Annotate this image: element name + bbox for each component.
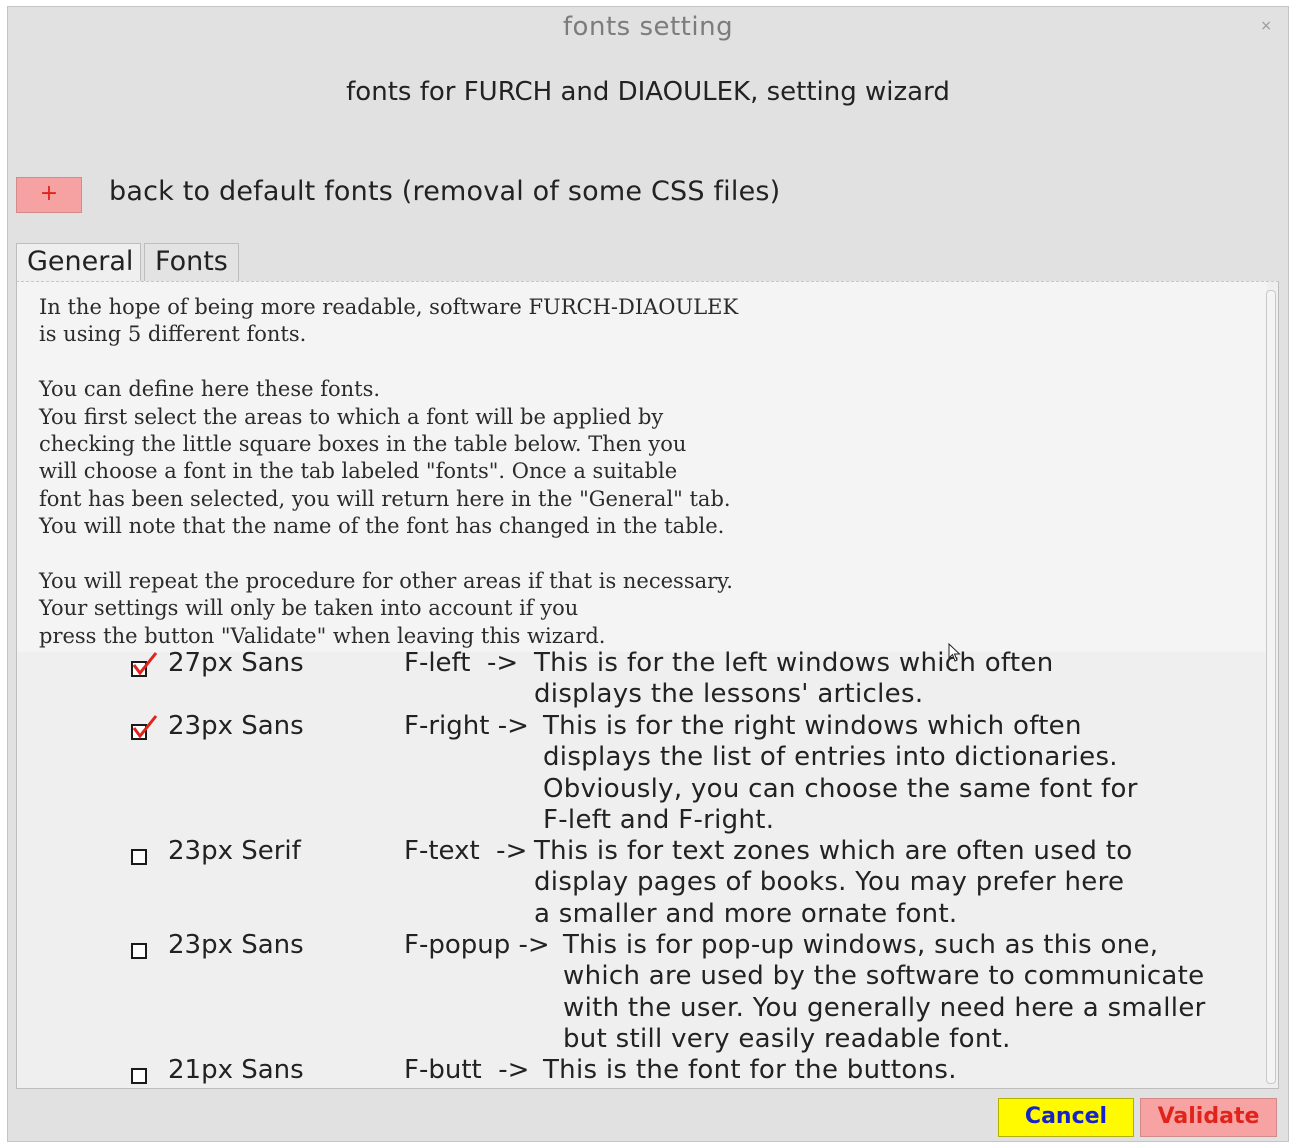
general-tab-panel: In the hope of being more readable, soft… xyxy=(16,281,1279,1089)
f-butt-description: This is the font for the buttons. xyxy=(543,1055,957,1085)
f-left-font-name: 27px Sans xyxy=(168,648,304,678)
f-right-checkbox[interactable] xyxy=(131,715,158,740)
f-popup-checkbox[interactable] xyxy=(131,943,147,959)
f-butt-code: F-butt -> xyxy=(404,1055,530,1085)
f-text-checkbox[interactable] xyxy=(131,849,147,865)
window-title: fonts setting xyxy=(562,12,734,42)
f-left-description: This is for the left windows which often… xyxy=(534,648,1054,710)
f-left-code: F-left -> xyxy=(404,648,519,678)
f-right-font-name: 23px Sans xyxy=(168,711,304,741)
f-text-code: F-text -> xyxy=(404,836,528,866)
cancel-button[interactable]: Cancel xyxy=(998,1098,1134,1137)
f-right-description: This is for the right windows which ofte… xyxy=(543,711,1138,835)
reset-default-fonts-label: back to default fonts (removal of some C… xyxy=(109,176,781,207)
f-butt-font-name: 21px Sans xyxy=(168,1055,304,1085)
tab-general[interactable]: General xyxy=(16,243,141,281)
f-text-font-name: 23px Serif xyxy=(168,836,301,866)
check-mark-icon xyxy=(132,652,158,676)
f-butt-checkbox[interactable] xyxy=(131,1068,147,1084)
wizard-subtitle: fonts for FURCH and DIAOULEK, setting wi… xyxy=(346,77,950,107)
close-icon[interactable]: × xyxy=(1260,19,1272,33)
f-popup-font-name: 23px Sans xyxy=(168,930,304,960)
tab-fonts[interactable]: Fonts xyxy=(144,243,239,281)
f-popup-code: F-popup -> xyxy=(404,930,550,960)
reset-default-fonts-button[interactable]: + xyxy=(16,177,82,213)
fonts-setting-dialog: fonts setting × fonts for FURCH and DIAO… xyxy=(7,6,1289,1142)
f-text-description: This is for text zones which are often u… xyxy=(534,836,1133,929)
f-popup-description: This is for pop-up windows, such as this… xyxy=(563,930,1206,1054)
vertical-scrollbar[interactable] xyxy=(1266,290,1276,1084)
intro-text: In the hope of being more readable, soft… xyxy=(39,295,739,648)
mouse-pointer-icon xyxy=(948,643,961,662)
validate-button[interactable]: Validate xyxy=(1140,1098,1277,1137)
check-mark-icon xyxy=(132,715,158,739)
f-left-checkbox[interactable] xyxy=(131,652,158,677)
f-right-code: F-right -> xyxy=(404,711,529,741)
